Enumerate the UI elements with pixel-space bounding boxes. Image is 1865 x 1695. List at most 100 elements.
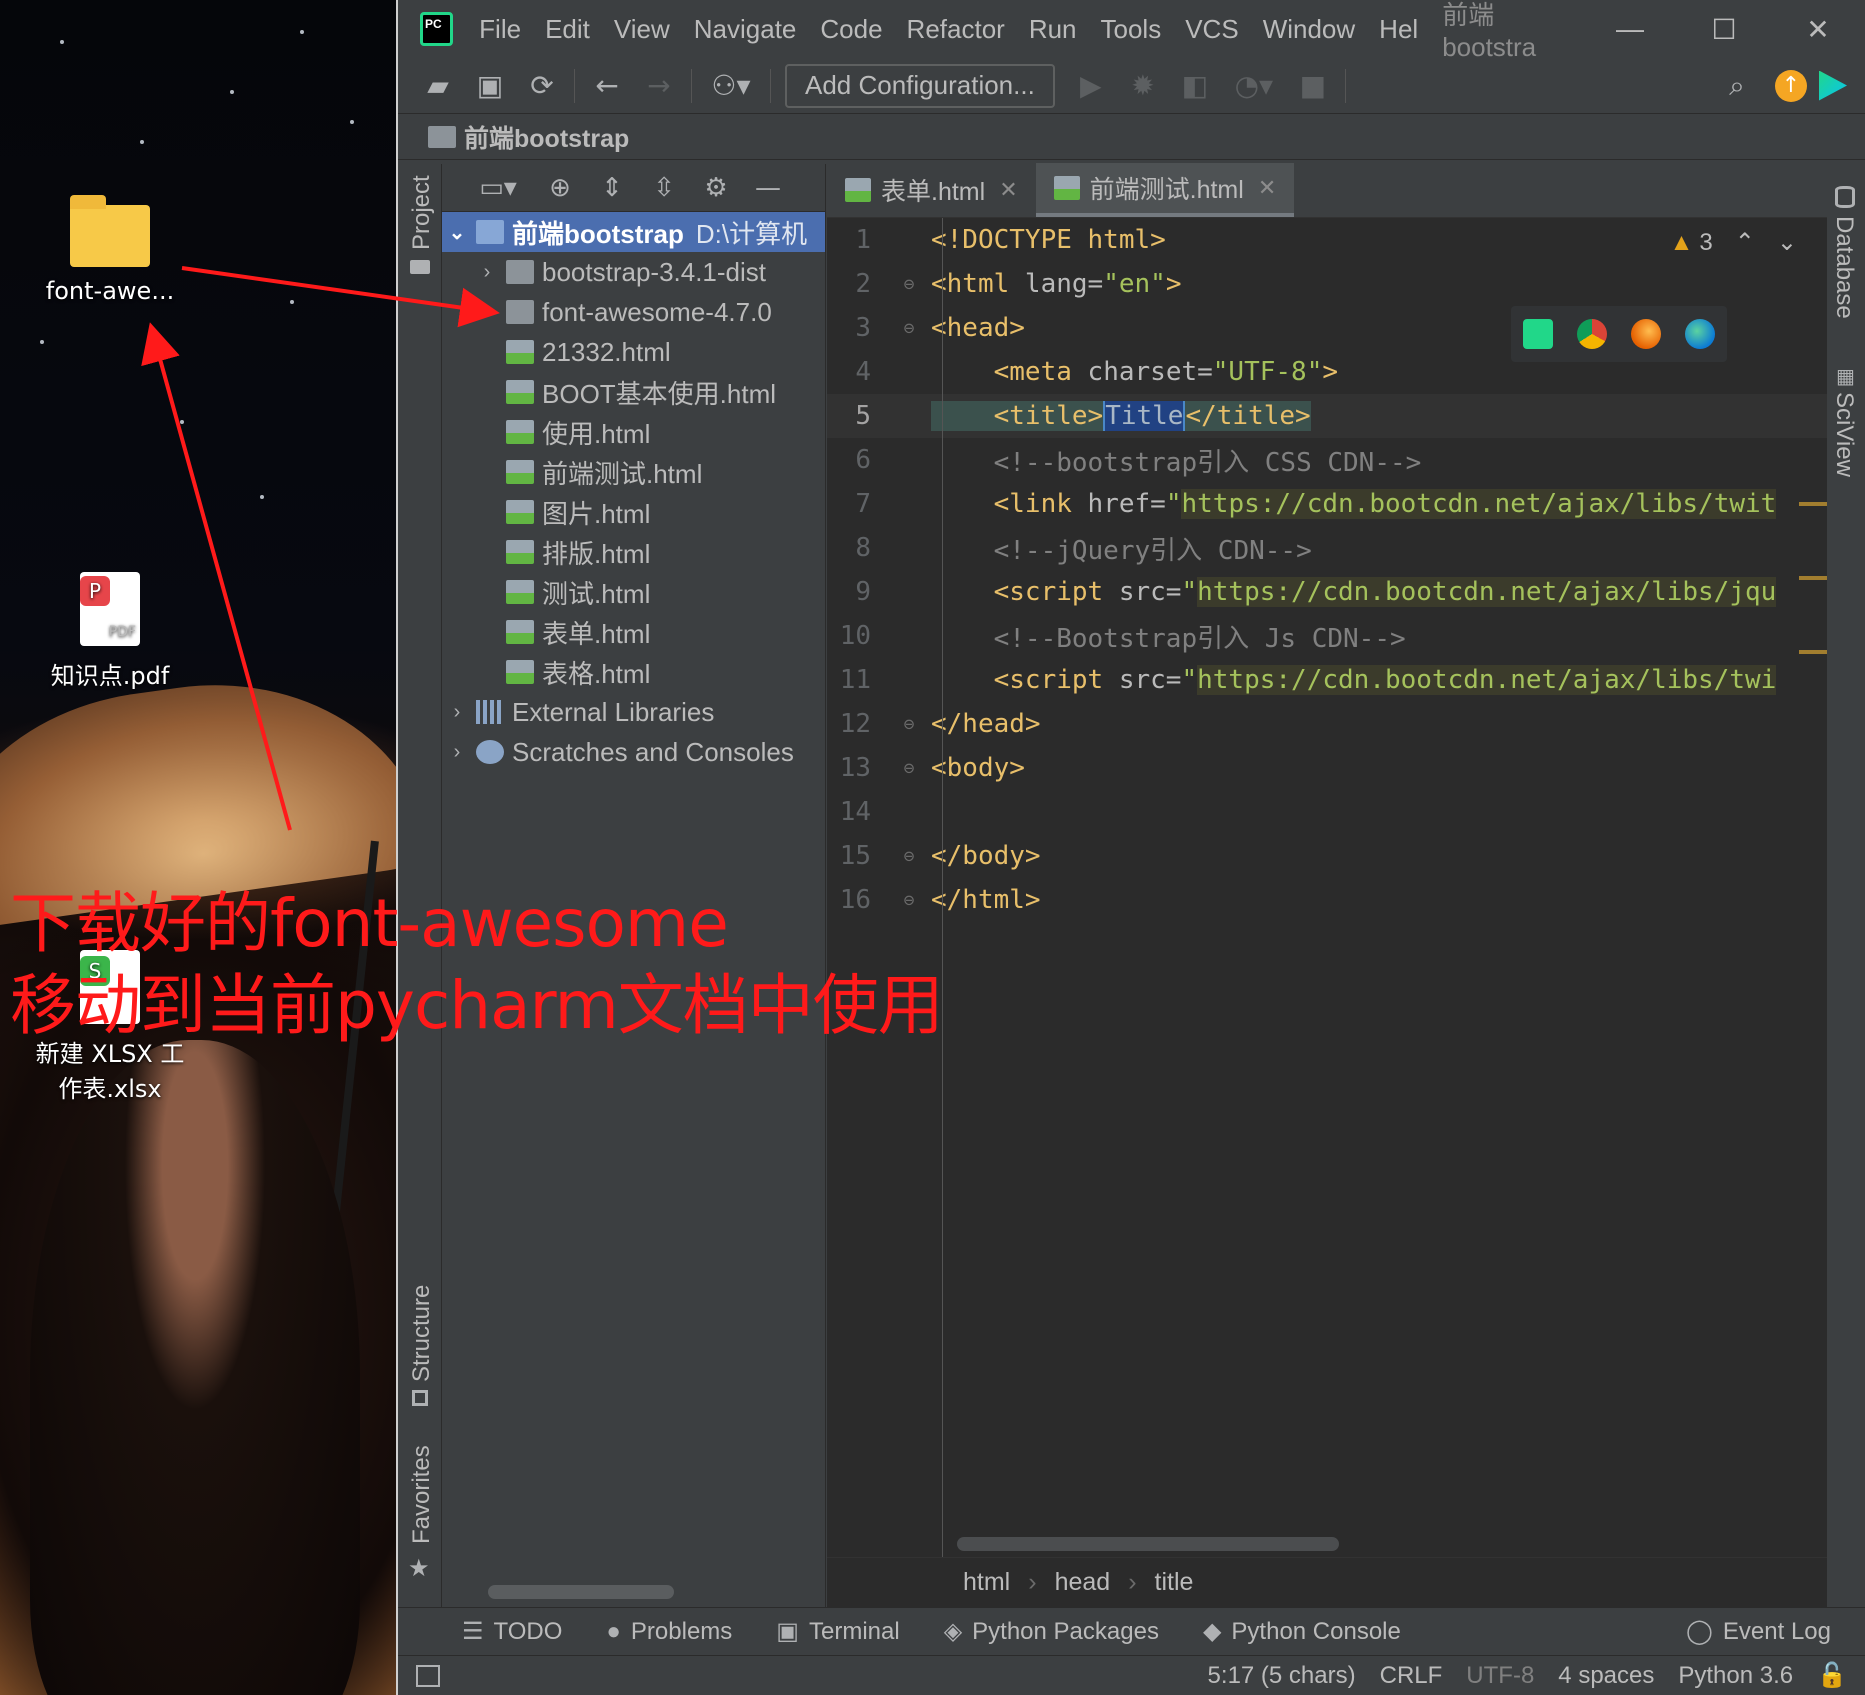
- menu-edit[interactable]: Edit: [533, 14, 602, 45]
- tree-item-file[interactable]: 使用.html: [442, 412, 825, 452]
- structure-tool-button[interactable]: Structure: [408, 1285, 436, 1382]
- fold-icon[interactable]: ⊖: [887, 274, 931, 295]
- tree-item-file[interactable]: 排版.html: [442, 532, 825, 572]
- favorites-tool-button[interactable]: Favorites: [408, 1445, 436, 1544]
- breadcrumb-item[interactable]: title: [1155, 1568, 1194, 1597]
- editor-horizontal-scrollbar[interactable]: [957, 1537, 1339, 1551]
- tree-item-file[interactable]: 表格.html: [442, 652, 825, 692]
- database-tool-button[interactable]: Database: [1830, 216, 1858, 319]
- tool-windows-toggle-icon[interactable]: [416, 1664, 440, 1687]
- menu-vcs[interactable]: VCS: [1173, 14, 1250, 45]
- close-icon[interactable]: ✕: [1258, 175, 1276, 201]
- tree-item-file[interactable]: 21332.html: [442, 332, 825, 372]
- breadcrumb-item[interactable]: head: [1055, 1568, 1111, 1597]
- tree-root[interactable]: ⌄ 前端bootstrap D:\计算机: [442, 212, 825, 252]
- open-folder-icon[interactable]: ▰: [412, 64, 464, 108]
- desktop-icon-pdf[interactable]: P PDF 知识点.pdf: [10, 572, 210, 691]
- menu-tools[interactable]: Tools: [1089, 14, 1174, 45]
- project-tool-button[interactable]: Project: [408, 175, 436, 250]
- coverage-icon[interactable]: ◧: [1169, 64, 1221, 108]
- python-interpreter[interactable]: Python 3.6: [1678, 1662, 1793, 1690]
- tree-item-folder[interactable]: › bootstrap-3.4.1-dist: [442, 252, 825, 292]
- fold-icon[interactable]: ⊖: [887, 890, 931, 911]
- menu-run[interactable]: Run: [1017, 14, 1089, 45]
- fold-icon[interactable]: ⊖: [887, 318, 931, 339]
- menu-refactor[interactable]: Refactor: [895, 14, 1017, 45]
- inspection-widget[interactable]: ▲ 3 ⌃ ⌄: [1670, 228, 1797, 257]
- code-with-me-icon[interactable]: [1819, 70, 1847, 101]
- todo-tool-button[interactable]: ☰ TODO: [462, 1617, 562, 1646]
- horizontal-scrollbar[interactable]: [488, 1585, 674, 1599]
- tree-item-file[interactable]: 表单.html: [442, 612, 825, 652]
- chevron-down-icon[interactable]: ⌄: [1777, 228, 1797, 257]
- project-view-selector-icon[interactable]: ▭▾: [462, 173, 534, 203]
- stop-icon[interactable]: ■: [1287, 64, 1339, 108]
- menu-help[interactable]: Hel: [1367, 14, 1430, 45]
- user-icon[interactable]: ⚇▾: [698, 64, 764, 108]
- terminal-tool-button[interactable]: ▣ Terminal: [776, 1617, 899, 1646]
- event-log-tool-button[interactable]: ◯ Event Log: [1686, 1617, 1831, 1646]
- line-separator[interactable]: CRLF: [1380, 1662, 1443, 1690]
- minimize-button[interactable]: —: [1583, 13, 1677, 46]
- chevron-right-icon[interactable]: ›: [472, 301, 502, 324]
- tree-item-scratches[interactable]: › Scratches and Consoles: [442, 732, 825, 772]
- sciview-tool-button[interactable]: SciView: [1830, 392, 1858, 477]
- pycharm-browser-icon[interactable]: [1523, 319, 1553, 349]
- tree-item-external-libraries[interactable]: › External Libraries: [442, 692, 825, 732]
- tree-item-file[interactable]: 图片.html: [442, 492, 825, 532]
- locate-file-icon[interactable]: ⊕: [534, 173, 586, 203]
- tab-form-html[interactable]: 表单.html ✕: [827, 163, 1036, 217]
- menu-window[interactable]: Window: [1251, 14, 1367, 45]
- gear-icon[interactable]: ⚙: [690, 173, 742, 203]
- chevron-right-icon[interactable]: ›: [442, 701, 472, 724]
- breadcrumb-project[interactable]: 前端bootstrap: [464, 119, 629, 155]
- problems-tool-button[interactable]: ● Problems: [606, 1618, 732, 1646]
- tab-frontend-test-html[interactable]: 前端测试.html ✕: [1035, 163, 1295, 217]
- profile-icon[interactable]: ◔▾: [1221, 64, 1287, 108]
- debug-icon[interactable]: ✹: [1117, 64, 1169, 108]
- breadcrumb-item[interactable]: html: [963, 1568, 1010, 1597]
- close-window-button[interactable]: ✕: [1771, 13, 1865, 46]
- hide-panel-icon[interactable]: —: [742, 173, 794, 203]
- close-icon[interactable]: ✕: [999, 177, 1017, 203]
- fold-icon[interactable]: ⊖: [887, 714, 931, 735]
- menu-file[interactable]: File: [467, 14, 533, 45]
- forward-icon[interactable]: →: [633, 64, 685, 108]
- python-packages-tool-button[interactable]: ◈ Python Packages: [944, 1617, 1159, 1646]
- indent-setting[interactable]: 4 spaces: [1558, 1662, 1654, 1690]
- menu-navigate[interactable]: Navigate: [682, 14, 809, 45]
- caret-position[interactable]: 5:17 (5 chars): [1208, 1662, 1356, 1690]
- lock-icon[interactable]: 🔓: [1817, 1661, 1847, 1690]
- code-editor[interactable]: ▲ 3 ⌃ ⌄ 1 <!DOCTYPE html> 2 ⊖ <html lang="e…: [827, 218, 1827, 1618]
- tree-item-file[interactable]: 前端测试.html: [442, 452, 825, 492]
- desktop-icon-font-awesome[interactable]: font-awe...: [10, 195, 210, 305]
- menu-view[interactable]: View: [602, 14, 682, 45]
- collapse-all-icon[interactable]: ⇳: [638, 173, 690, 203]
- warning-marker[interactable]: [1799, 502, 1827, 506]
- chevron-right-icon[interactable]: ›: [442, 741, 472, 764]
- back-icon[interactable]: ←: [581, 64, 633, 108]
- edge-icon[interactable]: [1685, 319, 1715, 349]
- tree-item-file[interactable]: BOOT基本使用.html: [442, 372, 825, 412]
- file-encoding[interactable]: UTF-8: [1466, 1662, 1534, 1690]
- chevron-up-icon[interactable]: ⌃: [1735, 228, 1755, 257]
- add-configuration-button[interactable]: Add Configuration...: [785, 63, 1055, 108]
- warning-marker[interactable]: [1799, 576, 1827, 580]
- menu-code[interactable]: Code: [808, 14, 894, 45]
- fold-icon[interactable]: ⊖: [887, 846, 931, 867]
- chevron-right-icon[interactable]: ›: [472, 261, 502, 284]
- python-console-tool-button[interactable]: ◆ Python Console: [1203, 1617, 1401, 1646]
- run-icon[interactable]: ▶: [1065, 64, 1117, 108]
- fold-icon[interactable]: ⊖: [887, 758, 931, 779]
- chevron-down-icon[interactable]: ⌄: [442, 220, 472, 245]
- tree-item-folder[interactable]: › font-awesome-4.7.0: [442, 292, 825, 332]
- search-icon[interactable]: ⌕: [1711, 64, 1763, 108]
- tree-item-file[interactable]: 测试.html: [442, 572, 825, 612]
- save-icon[interactable]: ▣: [464, 64, 516, 108]
- maximize-button[interactable]: ☐: [1677, 13, 1771, 46]
- warning-marker[interactable]: [1799, 650, 1827, 654]
- chrome-icon[interactable]: [1577, 319, 1607, 349]
- expand-all-icon[interactable]: ⇕: [586, 173, 638, 203]
- sync-icon[interactable]: ⟳: [516, 64, 568, 108]
- firefox-icon[interactable]: [1631, 319, 1661, 349]
